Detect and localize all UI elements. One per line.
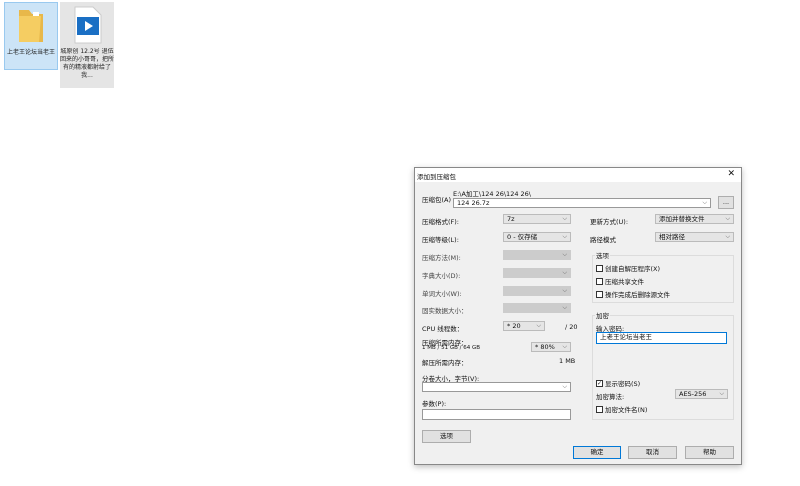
algorithm-label: 加密算法:	[596, 393, 625, 401]
solid-label: 固实数据大小：	[422, 307, 468, 315]
update-select[interactable]: 添加并替换文件 ⌵	[655, 214, 734, 224]
desktop-icon-folder[interactable]: 上老王论坛当老王	[4, 2, 58, 70]
pathmode-value: 相对路径	[659, 233, 685, 241]
pathmode-select[interactable]: 相对路径 ⌵	[655, 232, 734, 242]
dict-label: 字典大小(D):	[422, 272, 461, 280]
shared-label: 压缩共享文件	[605, 278, 644, 286]
cpu-value: * 20	[507, 322, 521, 330]
chevron-down-icon: ⌵	[562, 233, 567, 240]
checkbox-checked-icon: ✓	[596, 379, 603, 387]
method-label: 压缩方法(M):	[422, 254, 461, 262]
checkbox-box	[596, 277, 603, 285]
show-password-checkbox[interactable]: ✓ 显示密码(S)	[596, 378, 640, 388]
options-group-title: 选项	[595, 250, 610, 260]
chevron-down-icon: ⌵	[536, 322, 541, 329]
algorithm-value: AES-256	[679, 390, 707, 398]
archive-label: 压缩包(A)	[422, 196, 452, 204]
desktop-icon-label: 上老王论坛当老王	[6, 49, 55, 56]
chevron-down-icon: ⌵	[702, 199, 707, 206]
cpu-max: / 20	[565, 323, 578, 331]
archive-name-combo[interactable]: 124 26.7z ⌵	[453, 198, 711, 208]
mem-sub: 1 MB / 51 GB / 64 GB	[422, 345, 481, 351]
mem-value: * 80%	[535, 343, 555, 351]
level-select[interactable]: 0 - 仅存储 ⌵	[503, 232, 571, 242]
word-label: 单词大小(W):	[422, 290, 462, 298]
archive-name-value: 124 26.7z	[457, 199, 490, 207]
pathmode-label: 路径模式	[590, 236, 616, 244]
format-label: 压缩格式(F):	[422, 218, 460, 226]
browse-button[interactable]: ...	[718, 196, 734, 209]
solid-select: ⌵	[503, 303, 571, 313]
cpu-label: CPU 线程数：	[422, 325, 464, 333]
chevron-down-icon: ⌵	[562, 269, 567, 276]
chevron-down-icon: ⌵	[562, 304, 567, 311]
sfx-checkbox[interactable]: 创建自解压程序(X)	[596, 263, 660, 273]
help-button[interactable]: 帮助	[685, 446, 734, 459]
format-value: 7z	[507, 215, 515, 223]
split-combo[interactable]: ⌵	[422, 382, 571, 392]
chevron-down-icon: ⌵	[562, 343, 567, 350]
desktop-icon-video[interactable]: 城原创 12.2号 退伍回来的小哥哥，把所有的精液都射给了我...	[60, 2, 114, 88]
decomp-value: 1 MB	[559, 357, 576, 365]
chevron-down-icon: ⌵	[562, 215, 567, 222]
ok-button[interactable]: 确定	[573, 446, 621, 459]
close-icon[interactable]: ✕	[727, 169, 735, 179]
dict-select: ⌵	[503, 268, 571, 278]
update-label: 更新方式(U):	[590, 218, 629, 226]
shared-checkbox[interactable]: 压缩共享文件	[596, 276, 644, 286]
algorithm-select[interactable]: AES-256 ⌵	[675, 389, 728, 399]
title-bar: 添加到压缩包 ✕	[415, 168, 741, 182]
checkbox-box	[596, 264, 603, 272]
add-to-archive-dialog: 添加到压缩包 ✕ 压缩包(A) E:\A加工\124 26\124 26\ 12…	[414, 167, 742, 465]
delete-checkbox[interactable]: 操作完成后删除源文件	[596, 289, 670, 299]
checkbox-box	[596, 290, 603, 298]
chevron-down-icon: ⌵	[562, 383, 567, 390]
dialog-title: 添加到压缩包	[417, 173, 456, 181]
encrypt-names-label: 加密文件名(N)	[605, 406, 648, 414]
chevron-down-icon: ⌵	[562, 251, 567, 258]
video-file-icon	[74, 6, 102, 44]
delete-label: 操作完成后删除源文件	[605, 291, 670, 299]
password-input[interactable]: 上老王论坛当老王	[596, 332, 727, 344]
chevron-down-icon: ⌵	[719, 390, 724, 397]
sfx-label: 创建自解压程序(X)	[605, 265, 661, 273]
checkbox-box	[596, 405, 603, 413]
folder-icon	[19, 10, 43, 42]
chevron-down-icon: ⌵	[562, 287, 567, 294]
options-button[interactable]: 选项	[422, 430, 471, 443]
cancel-button[interactable]: 取消	[628, 446, 677, 459]
chevron-down-icon: ⌵	[725, 215, 730, 222]
cpu-select[interactable]: * 20 ⌵	[503, 321, 545, 331]
update-value: 添加并替换文件	[659, 215, 705, 223]
desktop-icon-label: 城原创 12.2号 退伍回来的小哥哥，把所有的精液都射给了我...	[60, 48, 114, 79]
level-label: 压缩等级(L):	[422, 236, 459, 244]
decomp-label: 解压所需内存：	[422, 359, 468, 367]
archive-path: E:\A加工\124 26\124 26\	[453, 190, 531, 198]
chevron-down-icon: ⌵	[725, 233, 730, 240]
show-password-label: 显示密码(S)	[605, 380, 641, 388]
mem-select[interactable]: * 80% ⌵	[531, 342, 571, 352]
level-value: 0 - 仅存储	[507, 233, 538, 241]
encrypt-names-checkbox[interactable]: 加密文件名(N)	[596, 404, 647, 414]
encryption-group-title: 加密	[595, 310, 610, 320]
params-label: 参数(P):	[422, 400, 447, 408]
method-select: ⌵	[503, 250, 571, 260]
params-input[interactable]	[422, 409, 571, 420]
format-select[interactable]: 7z ⌵	[503, 214, 571, 224]
word-select: ⌵	[503, 286, 571, 296]
